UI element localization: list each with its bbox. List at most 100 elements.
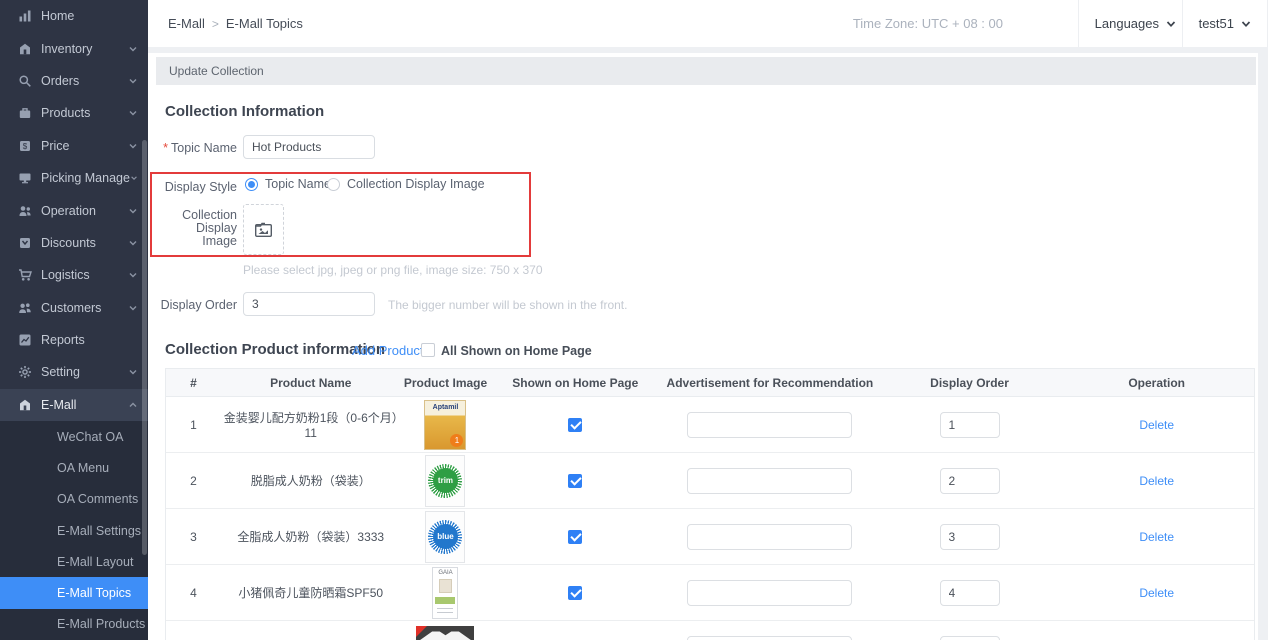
sidebar-item-label: Inventory	[41, 42, 128, 56]
advertisement-input[interactable]	[687, 468, 852, 494]
breadcrumb-separator: >	[212, 17, 219, 31]
sidebar-item-price[interactable]: $ Price	[0, 130, 148, 162]
row-index: 2	[166, 474, 221, 488]
chevron-down-icon	[130, 173, 138, 183]
sidebar-item-products[interactable]: Products	[0, 97, 148, 129]
sidebar-item-label: E-Mall	[41, 398, 128, 412]
inventory-icon	[18, 42, 32, 56]
upload-hint: Please select jpg, jpeg or png file, ima…	[243, 263, 543, 277]
delete-button[interactable]: Delete	[1139, 530, 1174, 544]
sidebar-item-label: Logistics	[41, 268, 128, 282]
advertisement-input[interactable]	[687, 412, 852, 438]
sidebar-item-setting[interactable]: Setting	[0, 356, 148, 388]
add-product-button[interactable]: Add Product	[352, 343, 424, 358]
languages-dropdown[interactable]: Languages	[1078, 0, 1192, 47]
radio-label: Topic Name	[265, 177, 331, 191]
user-menu-dropdown[interactable]: test51	[1182, 0, 1268, 47]
delete-button[interactable]: Delete	[1139, 418, 1174, 432]
delete-button[interactable]: Delete	[1139, 474, 1174, 488]
column-header-product-name: Product Name	[221, 376, 401, 390]
product-image-gaia-sunscreen: GAIA	[432, 567, 458, 619]
sidebar-subitem-e-mall-layout[interactable]: E-Mall Layout	[0, 546, 148, 577]
radio-selected-icon[interactable]	[245, 178, 258, 191]
radio-unselected-icon[interactable]	[327, 178, 340, 191]
delete-button[interactable]: Delete	[1139, 586, 1174, 600]
sidebar-subitem-e-mall-topics[interactable]: E-Mall Topics	[0, 577, 148, 608]
row-display-order-input[interactable]	[940, 412, 1000, 438]
image-upload-icon	[255, 222, 272, 237]
logistics-cart-icon	[18, 268, 32, 282]
sidebar-item-home[interactable]: Home	[0, 0, 148, 32]
sidebar-item-discounts[interactable]: Discounts	[0, 227, 148, 259]
topic-name-input[interactable]	[243, 135, 375, 159]
chevron-down-icon	[128, 141, 138, 151]
column-header-operation: Operation	[1059, 376, 1254, 390]
sidebar-item-inventory[interactable]: Inventory	[0, 32, 148, 64]
shown-on-home-page-checkbox[interactable]	[568, 530, 582, 544]
chevron-down-icon	[128, 108, 138, 118]
sidebar-subitem-oa-comments[interactable]: OA Comments	[0, 484, 148, 515]
sidebar-item-customers[interactable]: Customers	[0, 292, 148, 324]
shown-on-home-page-checkbox[interactable]	[568, 586, 582, 600]
breadcrumb-parent[interactable]: E-Mall	[168, 16, 205, 31]
sidebar-item-reports[interactable]: Reports	[0, 324, 148, 356]
advertisement-input[interactable]	[687, 580, 852, 606]
products-briefcase-icon	[18, 106, 32, 120]
sidebar-subitem-e-mall-products[interactable]: E-Mall Products	[0, 609, 148, 640]
column-header-shown-on-home-page: Shown on Home Page	[490, 376, 660, 390]
chevron-down-icon	[1241, 19, 1251, 29]
sidebar-item-label: Orders	[41, 74, 128, 88]
sidebar-subitem-wechat-oa[interactable]: WeChat OA	[0, 421, 148, 452]
sidebar-item-label: Operation	[41, 204, 128, 218]
row-index: 3	[166, 530, 221, 544]
sidebar-item-label: Customers	[41, 301, 128, 315]
row-display-order-input[interactable]	[940, 524, 1000, 550]
chevron-down-icon	[128, 238, 138, 248]
product-name: 全脂成人奶粉（袋装）3333	[221, 528, 401, 545]
sidebar-item-operation[interactable]: Operation	[0, 194, 148, 226]
column-header-display-order: Display Order	[880, 376, 1060, 390]
sidebar-item-orders[interactable]: Orders	[0, 65, 148, 97]
reports-chart-icon	[18, 333, 32, 347]
row-display-order-input[interactable]	[940, 580, 1000, 606]
price-icon: $	[18, 139, 32, 153]
product-image-trim-milk-powder: trim	[425, 455, 465, 507]
discounts-tag-icon	[18, 236, 32, 250]
sidebar-item-e-mall[interactable]: E-Mall	[0, 389, 148, 421]
required-asterisk: *	[163, 141, 168, 155]
row-display-order-input[interactable]	[940, 636, 1000, 640]
product-table-header: # Product Name Product Image Shown on Ho…	[166, 369, 1254, 397]
image-upload-box[interactable]	[243, 204, 284, 255]
advertisement-input[interactable]	[687, 636, 852, 640]
shown-on-home-page-checkbox[interactable]	[568, 418, 582, 432]
sidebar: Home Inventory Orders Products	[0, 0, 148, 640]
column-header-index: #	[166, 376, 221, 390]
display-style-radio-collection-image[interactable]: Collection Display Image	[327, 177, 485, 191]
sidebar-item-label: Home	[41, 9, 138, 23]
product-image-aptamil-gold-box: Aptamil 1	[424, 400, 466, 450]
chevron-down-icon	[128, 76, 138, 86]
row-display-order-input[interactable]	[940, 468, 1000, 494]
sidebar-item-logistics[interactable]: Logistics	[0, 259, 148, 291]
chevron-down-icon	[1166, 19, 1176, 29]
sidebar-subitem-e-mall-settings[interactable]: E-Mall Settings	[0, 515, 148, 546]
chevron-down-icon	[128, 44, 138, 54]
display-order-input[interactable]	[243, 292, 375, 316]
shown-on-home-page-checkbox[interactable]	[568, 474, 582, 488]
column-header-advertisement: Advertisement for Recommendation	[660, 376, 880, 390]
sidebar-scrollbar[interactable]	[142, 140, 147, 555]
sidebar-item-label: Price	[41, 139, 128, 153]
sidebar-subitem-oa-menu[interactable]: OA Menu	[0, 452, 148, 483]
all-shown-label: All Shown on Home Page	[441, 344, 592, 358]
all-shown-checkbox[interactable]	[421, 343, 435, 357]
display-style-radio-topic-name[interactable]: Topic Name	[245, 177, 331, 191]
languages-label: Languages	[1095, 16, 1159, 31]
advertisement-input[interactable]	[687, 524, 852, 550]
table-row	[166, 621, 1254, 640]
svg-text:$: $	[23, 142, 28, 151]
collection-display-image-label: Collection Display Image	[148, 209, 237, 248]
row-index: 4	[166, 586, 221, 600]
chevron-down-icon	[128, 367, 138, 377]
sidebar-item-picking-manage[interactable]: Picking Manage	[0, 162, 148, 194]
username-label: test51	[1199, 16, 1234, 31]
